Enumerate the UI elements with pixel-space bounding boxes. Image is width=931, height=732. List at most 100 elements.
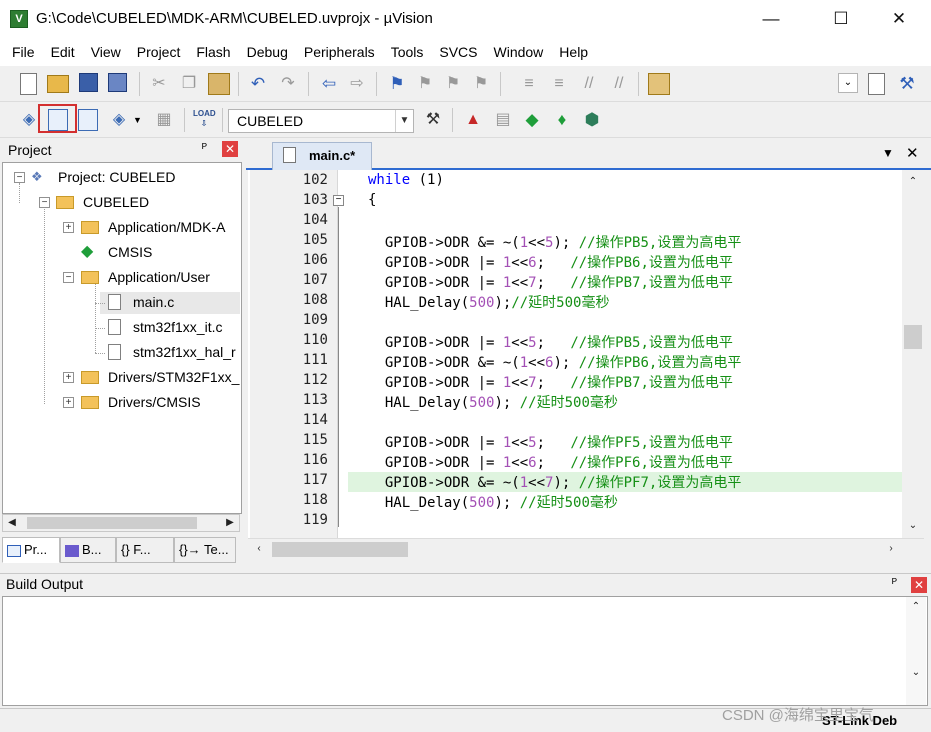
editor-vertical-scrollbar[interactable]: ⌃ ⌄ xyxy=(902,170,924,538)
editor-tab-menu-icon[interactable]: ▼ xyxy=(882,146,894,160)
close-project-panel-button[interactable]: ✕ xyxy=(222,141,238,157)
tree-item-application-user[interactable]: Application/User xyxy=(108,266,210,288)
tree-item-cmsis[interactable]: CMSIS xyxy=(108,241,152,263)
build-output-area[interactable] xyxy=(2,596,928,706)
menu-view[interactable]: View xyxy=(83,38,129,66)
scroll-left-icon[interactable]: ‹ xyxy=(250,541,268,557)
indent-icon[interactable]: ≡ xyxy=(518,73,540,95)
fold-collapse-icon[interactable]: − xyxy=(333,195,344,206)
cut-icon[interactable]: ✂ xyxy=(148,73,170,95)
next-bookmark-icon[interactable]: ⚑ xyxy=(442,73,464,95)
download-load-icon[interactable]: LOAD ⇩ xyxy=(193,109,216,131)
save-all-icon[interactable] xyxy=(108,73,127,92)
pack-installer-icon[interactable]: ♦ xyxy=(551,109,573,131)
scroll-right-icon[interactable]: ▶ xyxy=(221,515,239,531)
project-horizontal-scrollbar[interactable]: ◀ ▶ xyxy=(2,514,240,532)
scroll-right-icon[interactable]: › xyxy=(882,541,900,557)
code-token: 1 xyxy=(519,475,529,491)
menu-debug[interactable]: Debug xyxy=(239,38,296,66)
tab-books[interactable]: B... xyxy=(60,537,116,563)
menu-tools[interactable]: Tools xyxy=(383,38,432,66)
comment-icon[interactable]: // xyxy=(578,73,600,95)
manage-run-time-environment-icon[interactable]: ◆ xyxy=(521,109,543,131)
tree-item-drivers-cmsis[interactable]: Drivers/CMSIS xyxy=(108,391,201,413)
scrollbar-thumb[interactable] xyxy=(27,517,197,529)
tab-project[interactable]: Pr... xyxy=(2,537,60,563)
new-file-icon[interactable] xyxy=(20,73,37,95)
pin-icon[interactable]: ᴾ xyxy=(892,576,897,590)
collapse-icon[interactable]: − xyxy=(63,272,74,283)
undo-icon[interactable]: ↶ xyxy=(247,73,269,95)
menu-peripherals[interactable]: Peripherals xyxy=(296,38,383,66)
uncomment-icon[interactable]: // xyxy=(608,73,630,95)
stm32cubemx-icon[interactable]: ⬢ xyxy=(581,109,603,131)
collapse-icon[interactable]: − xyxy=(39,197,50,208)
batch-build-icon[interactable]: ◈ xyxy=(108,109,130,131)
pin-icon[interactable]: ᴾ xyxy=(202,141,207,155)
clear-bookmarks-icon[interactable]: ⚑ xyxy=(470,73,492,95)
tab-templates[interactable]: {}→ Te... xyxy=(174,537,236,563)
target-select[interactable]: CUBELED ▼ xyxy=(228,109,414,133)
translate-icon[interactable]: ◈ xyxy=(18,109,40,131)
tree-item-drivers-stm32f1xx[interactable]: Drivers/STM32F1xx_ xyxy=(108,366,239,388)
collapse-icon[interactable]: − xyxy=(14,172,25,183)
menu-window[interactable]: Window xyxy=(486,38,552,66)
expand-icon[interactable]: + xyxy=(63,222,74,233)
find-dropdown-icon[interactable]: ⌄ xyxy=(838,73,858,93)
copy-icon[interactable]: ❐ xyxy=(178,73,200,95)
debug-session-icon[interactable]: ⚒ xyxy=(896,73,918,95)
expand-icon[interactable]: + xyxy=(63,372,74,383)
close-window-button[interactable]: ✕ xyxy=(876,0,922,38)
menu-svcs[interactable]: SVCS xyxy=(431,38,485,66)
editor-horizontal-scrollbar[interactable]: ‹ › xyxy=(248,538,924,560)
code-editor[interactable]: 102 103 104 105 106 107 108 109 110 111 112 113 114 1… xyxy=(248,170,902,538)
navigate-forward-icon[interactable]: ⇨ xyxy=(346,73,368,95)
find-in-files-icon[interactable] xyxy=(648,73,670,95)
tab-functions[interactable]: {} F... xyxy=(116,537,174,563)
menu-file[interactable]: File xyxy=(4,38,43,66)
incremental-find-icon[interactable] xyxy=(868,73,885,95)
navigate-back-icon[interactable]: ⇦ xyxy=(318,73,340,95)
insert-bookmark-icon[interactable]: ⚑ xyxy=(386,73,408,95)
close-editor-icon[interactable]: ✕ xyxy=(906,144,919,162)
stop-build-icon[interactable]: ▦ xyxy=(153,109,175,131)
build-output-scrollbar[interactable]: ⌃ ⌄ xyxy=(906,597,926,705)
redo-icon[interactable]: ↷ xyxy=(277,73,299,95)
batch-build-dropdown-icon[interactable]: ▼ xyxy=(133,109,155,131)
close-build-output-button[interactable]: ✕ xyxy=(911,577,927,593)
scroll-up-icon[interactable]: ⌃ xyxy=(907,599,925,615)
code-line: { xyxy=(368,192,376,208)
tree-item-stm32f1xx-hal-msp-c[interactable]: stm32f1xx_hal_r xyxy=(133,341,236,363)
select-software-packs-icon[interactable]: ▤ xyxy=(492,109,514,131)
menu-flash[interactable]: Flash xyxy=(188,38,238,66)
menu-help[interactable]: Help xyxy=(551,38,596,66)
previous-bookmark-icon[interactable]: ⚑ xyxy=(414,73,436,95)
paste-icon[interactable] xyxy=(208,73,230,95)
tree-item-application-mdk-arm[interactable]: Application/MDK-A xyxy=(108,216,226,238)
tree-item-stm32f1xx-it-c[interactable]: stm32f1xx_it.c xyxy=(133,316,222,338)
tree-item-main-c[interactable]: main.c xyxy=(133,291,174,313)
options-for-target-icon[interactable]: ⚒ xyxy=(422,109,444,131)
scroll-left-icon[interactable]: ◀ xyxy=(3,515,21,531)
scroll-down-icon[interactable]: ⌄ xyxy=(904,518,922,534)
minimize-button[interactable]: — xyxy=(748,0,794,38)
scrollbar-thumb[interactable] xyxy=(904,325,922,349)
scroll-up-icon[interactable]: ⌃ xyxy=(904,174,922,190)
tree-item-project[interactable]: Project: CUBELED xyxy=(58,166,175,188)
tree-connector xyxy=(44,209,45,404)
menu-edit[interactable]: Edit xyxy=(43,38,83,66)
expand-icon[interactable]: + xyxy=(63,397,74,408)
scroll-down-icon[interactable]: ⌄ xyxy=(907,665,925,681)
chevron-down-icon[interactable]: ▼ xyxy=(395,110,413,132)
open-file-icon[interactable] xyxy=(47,75,69,93)
manage-project-items-icon[interactable]: ▲ xyxy=(462,109,484,131)
rebuild-icon[interactable] xyxy=(78,109,98,131)
save-icon[interactable] xyxy=(79,73,98,92)
unindent-icon[interactable]: ≡ xyxy=(548,73,570,95)
code-token: 5 xyxy=(528,335,537,351)
maximize-button[interactable]: ☐ xyxy=(818,0,864,38)
tab-main-c[interactable]: main.c* xyxy=(272,142,372,170)
scrollbar-thumb[interactable] xyxy=(272,542,408,557)
menu-project[interactable]: Project xyxy=(129,38,189,66)
tree-item-target[interactable]: CUBELED xyxy=(83,191,149,213)
